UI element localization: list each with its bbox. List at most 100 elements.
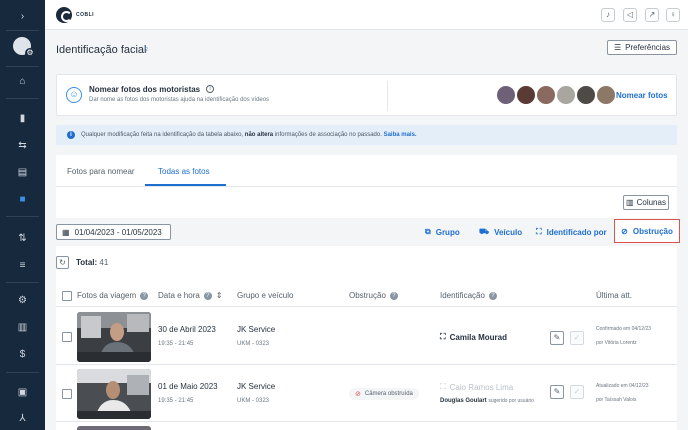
- suggested-note: sugerido por usuário: [488, 398, 534, 404]
- reports-icon[interactable]: ▤: [0, 162, 45, 182]
- preferences-label: Preferências: [625, 43, 671, 52]
- learn-more-link[interactable]: Saiba mais.: [384, 132, 417, 138]
- sidebar-divider: [6, 98, 39, 99]
- edit-identification-button[interactable]: ✎: [550, 385, 564, 399]
- header-identification: Identificação?: [440, 291, 497, 300]
- name-photos-card: ☺ Nomear fotos dos motoristas i Dar nome…: [56, 74, 677, 116]
- card-subtitle: Dar nome as fotos dos motoristas ajuda n…: [89, 97, 270, 103]
- total-value: 41: [99, 258, 109, 267]
- columns-button[interactable]: ▥ Colunas: [623, 195, 669, 210]
- sidebar-divider: [6, 216, 39, 217]
- header-label: Última att.: [596, 291, 633, 300]
- row-time: 19:35 - 21:45: [158, 398, 194, 404]
- tab-all-photos[interactable]: Todas as fotos: [158, 167, 210, 176]
- confirm-identification-button[interactable]: ✓: [570, 331, 584, 345]
- tasks-icon[interactable]: ≡: [0, 255, 45, 275]
- routes-icon[interactable]: ⇆: [0, 135, 45, 155]
- row-updated-by: por Vitória Lorentz: [596, 340, 637, 346]
- table-row[interactable]: [56, 422, 677, 430]
- refresh-button[interactable]: ↻: [56, 256, 69, 269]
- help-icon[interactable]: ?: [389, 291, 398, 300]
- face-scan-icon: ⛶: [440, 382, 446, 391]
- edit-identification-button[interactable]: ✎: [550, 331, 564, 345]
- table-row[interactable]: 01 de Maio 2023 19:35 - 21:45 JK Service…: [56, 365, 677, 422]
- header-label: Obstrução: [349, 291, 386, 300]
- banner-text: Qualquer modificação feita na identifica…: [81, 132, 417, 138]
- info-icon: i: [67, 131, 75, 139]
- row-time: 19:35 - 21:45: [158, 341, 194, 347]
- group-by-group-button[interactable]: ⧉ Grupo: [425, 227, 460, 237]
- map-icon[interactable]: ▮: [0, 108, 45, 128]
- money-icon[interactable]: $: [0, 344, 45, 364]
- driver-photo-image: [77, 369, 151, 419]
- external-link-icon[interactable]: ↗: [645, 8, 659, 22]
- trip-photo[interactable]: [77, 369, 151, 419]
- card-title: Nomear fotos dos motoristas: [89, 85, 201, 94]
- topbar: COBLI ♪ ◁ ↗ ♀: [45, 0, 688, 30]
- total-label: Total:: [76, 258, 98, 267]
- lightbulb-icon[interactable]: ♀: [143, 44, 150, 54]
- header-date-time[interactable]: Data e hora? ⇕: [158, 291, 223, 300]
- select-all-checkbox[interactable]: [62, 291, 72, 301]
- header-label: Identificação: [440, 291, 485, 300]
- expand-sidebar-icon[interactable]: ›: [0, 6, 45, 26]
- home-icon[interactable]: ⌂: [0, 71, 45, 91]
- group-icon: ⧉: [425, 227, 431, 236]
- header-label: Grupo e veículo: [237, 291, 294, 300]
- group-by-obstruction-button[interactable]: ⊘ Obstrução: [614, 219, 680, 243]
- obstruction-label: Câmera obstruída: [364, 391, 413, 397]
- preferences-button[interactable]: ☰ Preferências: [607, 40, 677, 55]
- filter-bar: ▦ 01/04/2023 - 01/05/2023 ⧉ Grupo ⛟ Veíc…: [56, 218, 680, 246]
- trip-photo[interactable]: [77, 426, 151, 430]
- logo-text: COBLI: [76, 12, 95, 18]
- table-header: Fotos da viagem? Data e hora? ⇕ Grupo e v…: [56, 283, 677, 307]
- chat-icon[interactable]: ▣: [0, 382, 45, 402]
- help-icon[interactable]: ?: [488, 291, 497, 300]
- help-icon[interactable]: ?: [140, 291, 149, 300]
- row-checkbox[interactable]: [62, 389, 72, 399]
- row-updated: Atualizado em 04/12/23: [596, 383, 649, 389]
- row-group: JK Service: [237, 325, 276, 334]
- info-banner: i Qualquer modificação feita na identifi…: [56, 125, 677, 145]
- help-icon[interactable]: ?: [203, 291, 212, 300]
- driver-face-avatar: [535, 84, 557, 106]
- columns-label: Colunas: [636, 198, 666, 207]
- face-scan-icon: ⛶: [440, 332, 446, 341]
- main-content: Identificação facial ♀ ☰ Preferências ☺ …: [45, 30, 688, 430]
- page-title: Identificação facial: [56, 44, 147, 56]
- avatar[interactable]: ⚙: [13, 37, 35, 58]
- confirm-identification-button[interactable]: ✓: [570, 385, 584, 399]
- sidebar: › ⚙ ⌂ ▮ ⇆ ▤ ■ ⇅ ≡ ⚙ ▥ $ ▣ ⅄: [0, 0, 45, 430]
- logo-mark: [56, 7, 72, 23]
- chart-icon[interactable]: ▥: [0, 317, 45, 337]
- lightbulb-icon[interactable]: ♀: [666, 8, 680, 22]
- table-row[interactable]: 30 de Abril 2023 19:35 - 21:45 JK Servic…: [56, 308, 677, 365]
- name-photos-link[interactable]: Nomear fotos: [616, 91, 668, 100]
- driver-photo-image: [77, 312, 151, 362]
- group-by-vehicle-button[interactable]: ⛟ Veículo: [479, 227, 522, 237]
- face-scan-icon: ⛶: [536, 227, 542, 236]
- megaphone-icon[interactable]: ◁: [623, 8, 637, 22]
- sidebar-divider: [6, 372, 39, 373]
- date-range-picker[interactable]: ▦ 01/04/2023 - 01/05/2023: [56, 224, 171, 240]
- video-icon[interactable]: ■: [0, 189, 45, 209]
- info-icon[interactable]: i: [206, 85, 214, 93]
- sort-icon[interactable]: ⇕: [216, 291, 223, 300]
- settings-icon[interactable]: ⚙: [0, 290, 45, 310]
- row-date: 01 de Maio 2023: [158, 382, 218, 391]
- row-identification: ⛶ Caio Ramos Lima: [440, 382, 513, 392]
- row-updated: Confirmado em 04/12/23: [596, 326, 652, 332]
- driver-faces: [495, 84, 617, 106]
- bell-icon[interactable]: ♪: [601, 8, 615, 22]
- trip-photo[interactable]: [77, 312, 151, 362]
- tab-photos-to-name[interactable]: Fotos para nomear: [67, 167, 135, 176]
- total-count: Total: 41: [76, 258, 108, 267]
- group-by-identified-button[interactable]: ⛶ Identificado por: [536, 227, 607, 237]
- row-checkbox[interactable]: [62, 332, 72, 342]
- logo[interactable]: COBLI: [56, 7, 94, 23]
- graph-icon[interactable]: ⇅: [0, 228, 45, 248]
- identification-name: Camila Mourad: [449, 332, 507, 342]
- group-by-label: Grupo: [435, 227, 460, 237]
- tabs: Fotos para nomear Todas as fotos: [56, 155, 677, 187]
- network-icon[interactable]: ⅄: [0, 408, 45, 428]
